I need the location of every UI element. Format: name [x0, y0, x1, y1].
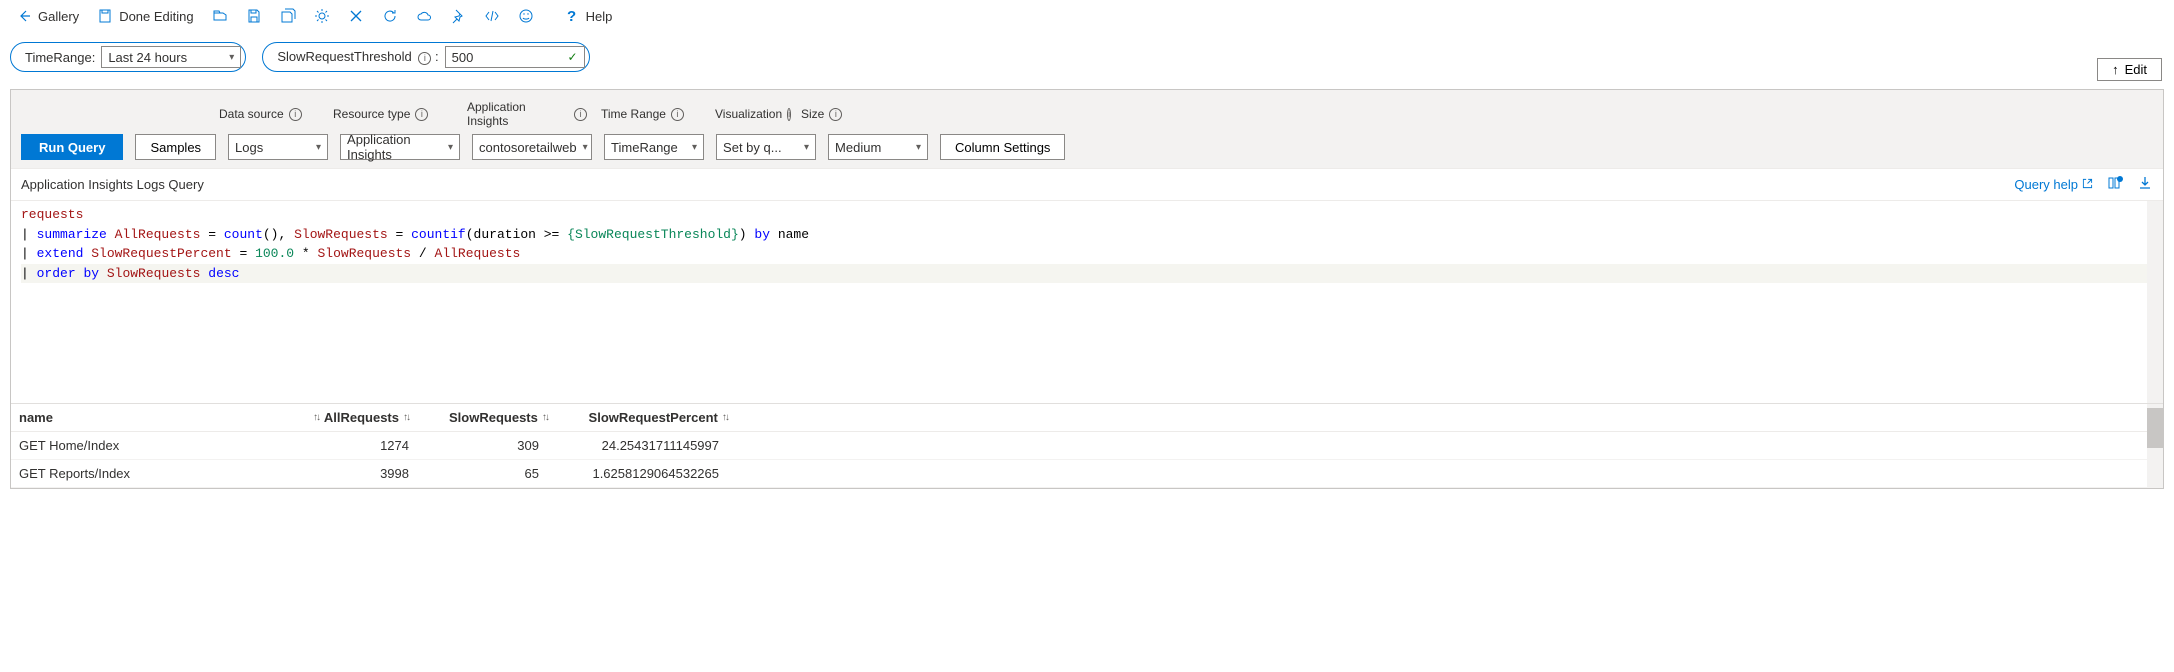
chevron-down-icon: ▾ [229, 52, 234, 63]
download-icon[interactable] [2137, 175, 2153, 194]
tool-settings-icon[interactable] [308, 4, 336, 28]
tool-pin-icon[interactable] [444, 4, 472, 28]
info-icon[interactable]: i [415, 108, 428, 121]
info-icon[interactable]: i [787, 108, 791, 121]
label-app-insights: Application Insights [467, 100, 569, 128]
tool-save-icon[interactable] [240, 4, 268, 28]
timerange-select[interactable]: Last 24 hours ▾ [101, 46, 241, 68]
tool-smiley-icon[interactable] [512, 4, 540, 28]
external-link-icon [2082, 177, 2093, 192]
sort-icon[interactable]: ↑↓ [403, 412, 409, 423]
done-editing-button[interactable]: Done Editing [91, 4, 199, 28]
save-doc-icon [97, 8, 113, 24]
timerange-value: Last 24 hours [108, 50, 187, 65]
sort-icon[interactable]: ↑↓ [722, 412, 728, 423]
samples-button[interactable]: Samples [135, 134, 216, 160]
done-editing-label: Done Editing [119, 9, 193, 24]
query-help-link[interactable]: Query help [2014, 177, 2093, 192]
edit-button[interactable]: ↑ Edit [2097, 58, 2162, 81]
chevron-down-icon: ▾ [316, 142, 321, 153]
info-icon[interactable]: i [574, 108, 587, 121]
info-icon[interactable]: i [418, 52, 431, 65]
help-icon: ? [564, 8, 580, 24]
chevron-down-icon: ▾ [916, 142, 921, 153]
gallery-label: Gallery [38, 9, 79, 24]
app-insights-select[interactable]: contosoretailweb▾ [472, 134, 592, 160]
slowthreshold-pill: SlowRequestThreshold i : 500 ✓ [262, 42, 589, 72]
timerange-pill: TimeRange: Last 24 hours ▾ [10, 42, 246, 72]
arrow-left-icon [16, 8, 32, 24]
tool-saveall-icon[interactable] [274, 4, 302, 28]
sort-icon[interactable]: ↑↓ [542, 412, 548, 423]
column-settings-button[interactable]: Column Settings [940, 134, 1065, 160]
tool-close-icon[interactable] [342, 4, 370, 28]
up-arrow-icon: ↑ [2112, 62, 2119, 77]
help-label: Help [586, 9, 613, 24]
col-allrequests[interactable]: AllRequests [324, 410, 399, 425]
chevron-down-icon: ▾ [583, 142, 588, 153]
size-select[interactable]: Medium▾ [828, 134, 928, 160]
info-icon[interactable]: i [829, 108, 842, 121]
query-title: Application Insights Logs Query [21, 177, 204, 192]
timerange-label: TimeRange: [25, 50, 95, 65]
gallery-button[interactable]: Gallery [10, 4, 85, 28]
query-panel: Data source i Resource type i Application … [10, 89, 2164, 489]
chevron-down-icon: ▾ [692, 142, 697, 153]
control-labels-row: Data source i Resource type i Application … [219, 100, 2153, 128]
label-resource-type: Resource type [333, 107, 410, 121]
label-data-source: Data source [219, 107, 284, 121]
info-icon[interactable]: i [289, 108, 302, 121]
editor-scrollbar[interactable] [2147, 201, 2163, 403]
col-slowpercent[interactable]: SlowRequestPercent [589, 410, 718, 425]
results-table: name ↑↓ AllRequests ↑↓ SlowRequests ↑↓ Slow… [11, 404, 2163, 488]
time-range-select[interactable]: TimeRange▾ [604, 134, 704, 160]
controls-row: Run Query Samples Logs▾ Application Insi… [21, 134, 2153, 160]
label-size: Size [801, 107, 824, 121]
resource-type-select[interactable]: Application Insights▾ [340, 134, 460, 160]
tool-open-icon[interactable] [206, 4, 234, 28]
table-row[interactable]: GET Reports/Index 3998 65 1.625812906453… [11, 460, 2163, 488]
results-header: name ↑↓ AllRequests ↑↓ SlowRequests ↑↓ Slow… [11, 404, 2163, 432]
slowthreshold-label: SlowRequestThreshold i : [277, 49, 438, 65]
edit-label: Edit [2125, 62, 2147, 77]
chevron-down-icon: ▾ [804, 142, 809, 153]
results-scrollbar[interactable] [2147, 404, 2163, 488]
check-icon: ✓ [568, 50, 578, 64]
col-slowrequests[interactable]: SlowRequests [449, 410, 538, 425]
query-panel-topbar: Data source i Resource type i Application … [11, 90, 2163, 168]
tool-refresh-icon[interactable] [376, 4, 404, 28]
tool-code-icon[interactable] [478, 4, 506, 28]
col-name[interactable]: name [19, 410, 53, 425]
help-button[interactable]: ? Help [558, 4, 619, 28]
slowthreshold-input[interactable]: 500 ✓ [445, 46, 585, 68]
parameters-icon[interactable] [2107, 175, 2123, 194]
run-query-button[interactable]: Run Query [21, 134, 123, 160]
chevron-down-icon: ▾ [448, 142, 453, 153]
visualization-select[interactable]: Set by q...▾ [716, 134, 816, 160]
label-visualization: Visualization [715, 107, 782, 121]
slowthreshold-value: 500 [452, 50, 474, 65]
query-title-row: Application Insights Logs Query Query he… [11, 168, 2163, 201]
table-row[interactable]: GET Home/Index 1274 309 24.2543171114599… [11, 432, 2163, 460]
label-time-range: Time Range [601, 107, 666, 121]
data-source-select[interactable]: Logs▾ [228, 134, 328, 160]
query-editor[interactable]: requests | summarize AllRequests = count… [11, 201, 2163, 404]
info-icon[interactable]: i [671, 108, 684, 121]
main-toolbar: Gallery Done Editing ? Help [0, 0, 2174, 32]
tool-cloud-icon[interactable] [410, 4, 438, 28]
